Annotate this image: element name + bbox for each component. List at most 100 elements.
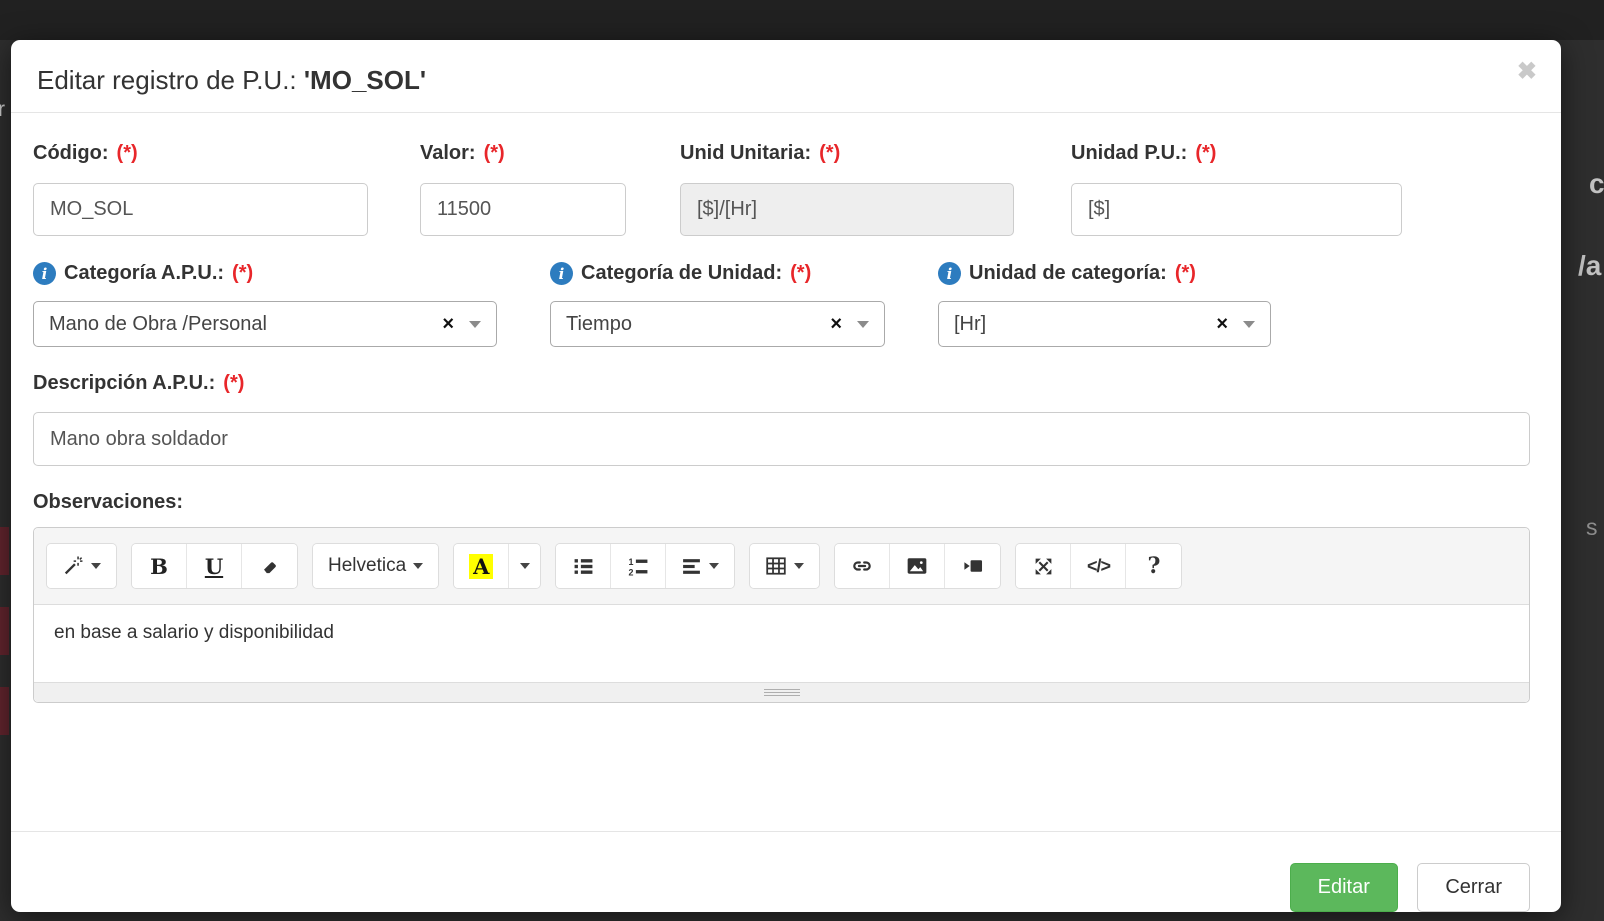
background-page-fragment: r (0, 98, 5, 122)
field-valor: Valor: (*) (420, 142, 626, 236)
code-view-icon: </> (1087, 556, 1110, 577)
label-text: Descripción A.P.U.: (33, 372, 215, 395)
label-text: Unidad de categoría: (969, 262, 1167, 285)
link-icon (851, 555, 873, 577)
clear-selection-icon[interactable]: × (830, 314, 842, 334)
ordered-list-button[interactable]: 1 2 (611, 544, 666, 588)
close-icon[interactable]: ✖ (1517, 60, 1537, 84)
editor-text: en base a salario y disponibilidad (54, 622, 1509, 644)
resize-handle[interactable] (764, 687, 800, 698)
label-text: Valor: (420, 142, 476, 165)
label-text: Código: (33, 142, 109, 165)
unordered-list-button[interactable] (556, 544, 611, 588)
selected-value: Tiempo (566, 313, 822, 336)
background-page-fragment: c (1589, 168, 1604, 200)
font-color-button[interactable]: A (454, 544, 509, 588)
style-group (46, 543, 117, 589)
field-observaciones: Observaciones: (33, 491, 1530, 703)
modal-title-prefix: Editar registro de P.U.: (37, 65, 304, 95)
field-codigo: Código: (*) (33, 142, 368, 236)
label-text: Categoría A.P.U.: (64, 262, 224, 285)
video-button[interactable] (945, 544, 1000, 588)
resize-handle-line (764, 692, 800, 693)
label-text: Categoría de Unidad: (581, 262, 782, 285)
modal-body: Código: (*) Valor: (*) Unid Unitaria: (11, 113, 1561, 703)
info-icon[interactable]: i (33, 262, 56, 285)
field-unidad-pu: Unidad P.U.: (*) (1071, 142, 1402, 236)
required-marker: (*) (232, 262, 253, 285)
background-red-block (0, 527, 9, 575)
paragraph-align-button[interactable] (666, 544, 734, 588)
magic-wand-icon (62, 555, 84, 577)
paragraph-align-icon (681, 556, 702, 577)
modal-title: Editar registro de P.U.: 'MO_SOL' (37, 65, 1533, 96)
label-text: Observaciones: (33, 491, 183, 514)
label-text: Unid Unitaria: (680, 142, 811, 165)
chevron-down-icon (709, 563, 719, 569)
clear-format-button[interactable] (242, 544, 297, 588)
selected-value: Mano de Obra /Personal (49, 313, 434, 336)
clear-selection-icon[interactable]: × (442, 314, 454, 334)
help-button[interactable]: ? (1126, 544, 1181, 588)
font-family-value: Helvetica (328, 555, 406, 577)
resize-handle-line (764, 689, 800, 690)
chevron-down-icon (413, 563, 423, 569)
unidad-pu-label: Unidad P.U.: (*) (1071, 142, 1402, 165)
categoria-unidad-select[interactable]: Tiempo × (550, 301, 885, 347)
unidad-categoria-label: i Unidad de categoría: (*) (938, 262, 1271, 285)
form-row-1: Código: (*) Valor: (*) Unid Unitaria: (33, 142, 1530, 236)
descripcion-input[interactable] (33, 412, 1530, 466)
editor-statusbar (34, 682, 1529, 702)
table-button[interactable] (750, 544, 819, 588)
editar-button[interactable]: Editar (1290, 863, 1398, 912)
required-marker: (*) (790, 262, 811, 285)
unid-unitaria-input (680, 183, 1014, 236)
field-categoria-apu: i Categoría A.P.U.: (*) Mano de Obra /Pe… (33, 262, 497, 347)
required-marker: (*) (1175, 262, 1196, 285)
unidad-categoria-select[interactable]: [Hr] × (938, 301, 1271, 347)
style-dropdown-button[interactable] (47, 544, 116, 588)
field-descripcion-apu: Descripción A.P.U.: (*) (33, 372, 1530, 466)
font-family-dropdown-button[interactable]: Helvetica (313, 544, 438, 588)
descripcion-apu-label: Descripción A.P.U.: (*) (33, 372, 1530, 395)
fullscreen-button[interactable] (1016, 544, 1071, 588)
font-color-dropdown-button[interactable] (509, 544, 540, 588)
paragraph-group: 1 2 (555, 543, 735, 589)
picture-button[interactable] (890, 544, 945, 588)
required-marker: (*) (117, 142, 138, 165)
svg-text:1: 1 (628, 556, 633, 566)
field-unidad-categoria: i Unidad de categoría: (*) [Hr] × (938, 262, 1271, 347)
code-view-button[interactable]: </> (1071, 544, 1126, 588)
modal-header: Editar registro de P.U.: 'MO_SOL' ✖ (11, 40, 1561, 113)
background-red-block (0, 607, 9, 655)
info-icon[interactable]: i (550, 262, 573, 285)
chevron-down-icon (91, 563, 101, 569)
codigo-input[interactable] (33, 183, 368, 236)
underline-button[interactable]: U (187, 544, 242, 588)
field-unid-unitaria: Unid Unitaria: (*) (680, 142, 1014, 236)
cerrar-button[interactable]: Cerrar (1417, 863, 1530, 912)
link-button[interactable] (835, 544, 890, 588)
clear-selection-icon[interactable]: × (1216, 314, 1228, 334)
svg-text:2: 2 (628, 567, 633, 577)
editor-content[interactable]: en base a salario y disponibilidad (34, 605, 1529, 682)
chevron-down-icon (857, 321, 869, 328)
categoria-apu-select[interactable]: Mano de Obra /Personal × (33, 301, 497, 347)
label-text: Unidad P.U.: (1071, 142, 1187, 165)
background-page-fragment: s (1586, 514, 1598, 541)
table-icon (765, 555, 787, 577)
chevron-down-icon (794, 563, 804, 569)
font-family-group: Helvetica (312, 543, 439, 589)
picture-icon (906, 555, 928, 577)
resize-handle-line (764, 695, 800, 696)
font-style-group: B U (131, 543, 298, 589)
selected-value: [Hr] (954, 313, 1208, 336)
valor-input[interactable] (420, 183, 626, 236)
unidad-pu-input[interactable] (1071, 183, 1402, 236)
field-categoria-unidad: i Categoría de Unidad: (*) Tiempo × (550, 262, 885, 347)
observaciones-label: Observaciones: (33, 491, 1530, 514)
ordered-list-icon: 1 2 (628, 556, 649, 577)
bold-button[interactable]: B (132, 544, 187, 588)
info-icon[interactable]: i (938, 262, 961, 285)
categoria-apu-label: i Categoría A.P.U.: (*) (33, 262, 497, 285)
